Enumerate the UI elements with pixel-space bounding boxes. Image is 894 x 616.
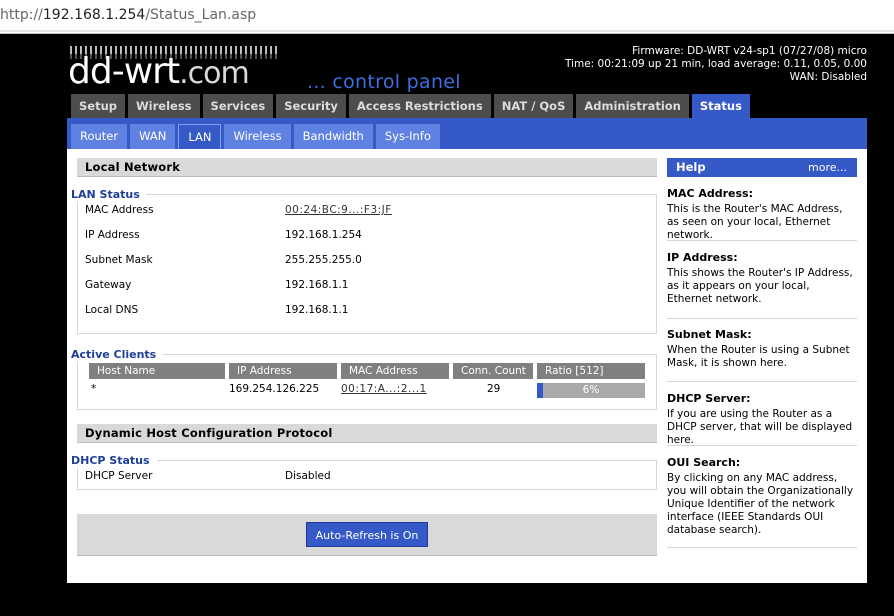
col-mac-address: MAC Address [341,363,449,379]
active-clients-table: Host Name IP Address MAC Address Conn. C… [89,363,645,407]
help-ip-heading: IP Address: [667,251,738,264]
address-url[interactable]: http://192.168.1.254/Status_Lan.asp [0,7,256,23]
dhcp-title: Dynamic Host Configuration Protocol [77,424,657,443]
url-scheme: http:// [0,7,43,23]
tab-nat-qos[interactable]: NAT / QoS [493,94,574,118]
tab-wireless[interactable]: Wireless [128,94,200,118]
subnet-mask-label: Subnet Mask [85,254,153,266]
router-info: Firmware: DD-WRT v24-sp1 (07/27/08) micr… [565,45,867,84]
help-item-mac: MAC Address: This is the Router's MAC Ad… [667,187,857,241]
main-nav: Setup Wireless Services Security Access … [71,94,750,118]
dhcp-server-value: Disabled [285,470,331,482]
tab-setup[interactable]: Setup [71,94,125,118]
help-dhcp-text: If you are using the Router as a DHCP se… [667,408,853,446]
help-more-link[interactable]: more... [808,158,847,177]
help-dhcp-heading: DHCP Server: [667,392,751,405]
page-header: dd-wrt.com ... control panel Firmware: D… [0,34,894,94]
help-mac-heading: MAC Address: [667,187,754,200]
ip-address-label: IP Address [85,229,140,241]
subtab-bandwidth[interactable]: Bandwidth [293,124,373,149]
tab-security[interactable]: Security [276,94,346,118]
mac-address-value[interactable]: 00:24:BC:9...:F3:JF [285,204,392,216]
mac-address-label: MAC Address [85,204,154,216]
help-title: Help more... [667,158,857,177]
subtab-lan[interactable]: LAN [178,124,222,149]
help-item-dhcp: DHCP Server: If you are using the Router… [667,392,857,446]
sub-nav: Router WAN LAN Wireless Bandwidth Sys-In… [71,124,440,149]
subtab-wireless[interactable]: Wireless [224,124,291,149]
client-ip: 169.254.126.225 [229,383,320,395]
help-item-subnet: Subnet Mask: When the Router is using a … [667,328,857,382]
client-host: * [91,383,97,395]
address-bar-divider [0,30,894,32]
ip-address-value: 192.168.1.254 [285,229,362,241]
client-conn-count: 29 [487,383,501,395]
logo-main: dd-wrt [68,51,180,92]
client-ratio-bar: 6% [537,383,645,398]
help-oui-heading: OUI Search: [667,456,741,469]
url-host: 192.168.1.254 [42,7,146,23]
dhcp-server-label: DHCP Server [85,470,153,482]
logo-suffix: .com [179,56,250,91]
wan-status: WAN: Disabled [789,71,867,83]
browser-address-bar[interactable]: http://192.168.1.254/Status_Lan.asp [0,0,894,34]
help-subnet-heading: Subnet Mask: [667,328,752,341]
col-ip-address: IP Address [229,363,337,379]
ddwrt-logo: dd-wrt.com [68,51,250,92]
col-host-name: Host Name [89,363,225,379]
url-path: /Status_Lan.asp [145,7,257,23]
help-item-oui: OUI Search: By clicking on any MAC addre… [667,456,857,548]
control-panel-tagline: ... control panel [307,71,461,93]
help-mac-text: This is the Router's MAC Address, as see… [667,203,843,241]
help-ip-text: This shows the Router's IP Address, as i… [667,267,853,305]
refresh-area: Auto-Refresh is On [77,514,657,556]
active-clients-legend: Active Clients [71,348,163,361]
local-dns-label: Local DNS [85,304,139,316]
subtab-wan[interactable]: WAN [130,124,176,149]
tab-administration[interactable]: Administration [576,94,689,118]
tab-status[interactable]: Status [691,94,750,118]
col-conn-count: Conn. Count [453,363,533,379]
content-area: Local Network LAN Status MAC Address 00:… [67,149,867,583]
lan-status-legend: LAN Status [71,188,146,201]
help-subnet-text: When the Router is using a Subnet Mask, … [667,344,850,369]
firmware-version: Firmware: DD-WRT v24-sp1 (07/27/08) micr… [632,45,867,57]
sub-nav-bar: Router WAN LAN Wireless Bandwidth Sys-In… [67,118,867,149]
help-title-text: Help [676,160,706,174]
help-oui-text: By clicking on any MAC address, you will… [667,472,854,536]
tab-access-restrictions[interactable]: Access Restrictions [348,94,491,118]
subnet-mask-value: 255.255.255.0 [285,254,362,266]
client-mac[interactable]: 00:17:A...:2...1 [341,383,427,395]
subtab-sys-info[interactable]: Sys-Info [375,124,440,149]
subtab-router[interactable]: Router [71,124,128,149]
dhcp-status-fieldset [77,460,657,490]
client-ratio-text: 6% [582,384,600,396]
local-network-title: Local Network [77,158,657,177]
gateway-value: 192.168.1.1 [285,279,349,291]
local-dns-value: 192.168.1.1 [285,304,349,316]
help-item-ip: IP Address: This shows the Router's IP A… [667,251,857,319]
gateway-label: Gateway [85,279,132,291]
auto-refresh-button[interactable]: Auto-Refresh is On [306,522,428,547]
tab-services[interactable]: Services [202,94,274,118]
dhcp-status-legend: DHCP Status [71,454,156,467]
col-ratio: Ratio [512] [537,363,645,379]
uptime: Time: 00:21:09 up 21 min, load average: … [564,58,867,70]
